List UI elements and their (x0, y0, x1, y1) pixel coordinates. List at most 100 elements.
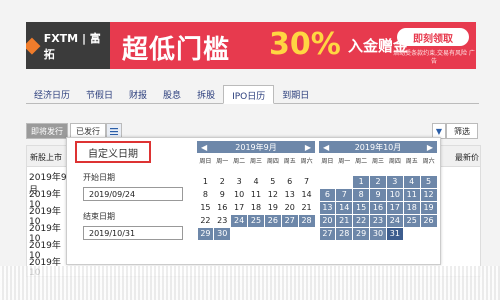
blank-cell (336, 176, 352, 188)
calendar-october: ◀ 2019年10月 ▶ 周日 周一 周二 周三 周四 周五 周六 1 2 3 4 5 6 7 8 9 10 11 12 1… (319, 141, 437, 240)
day-cell[interactable]: 2 (370, 175, 386, 188)
day-cell[interactable]: 12 (265, 189, 281, 201)
weekday-label: 周六 (422, 158, 435, 165)
prev-month-icon[interactable]: ◀ (201, 143, 207, 152)
day-cell[interactable]: 16 (214, 202, 230, 214)
day-cell[interactable]: 29 (353, 227, 370, 240)
day-cell[interactable]: 19 (265, 202, 281, 214)
custom-date-label[interactable]: 自定义日期 (75, 141, 151, 163)
day-cell[interactable]: 21 (336, 214, 353, 227)
day-cell[interactable]: 21 (299, 202, 315, 214)
day-cell[interactable]: 28 (298, 214, 315, 227)
day-cell[interactable]: 7 (299, 176, 315, 188)
day-cell[interactable]: 20 (319, 214, 336, 227)
day-cell[interactable]: 28 (336, 227, 353, 240)
day-cell[interactable]: 15 (198, 202, 214, 214)
day-cell[interactable]: 5 (265, 176, 281, 188)
day-cell[interactable]: 22 (353, 214, 370, 227)
day-cell[interactable]: 19 (420, 201, 437, 214)
day-cell[interactable]: 13 (319, 201, 336, 214)
banner-cta-button[interactable]: 即刻领取 (397, 28, 469, 46)
day-cell[interactable]: 9 (214, 189, 230, 201)
day-cell[interactable]: 25 (403, 214, 420, 227)
day-cell[interactable]: 8 (353, 188, 370, 201)
tab-3[interactable]: 股息 (155, 85, 189, 103)
weekday-label: 周三 (249, 158, 262, 165)
tab-4[interactable]: 拆股 (189, 85, 223, 103)
day-cell[interactable]: 7 (336, 188, 353, 201)
day-cell[interactable]: 9 (370, 188, 386, 201)
day-cell[interactable]: 18 (248, 202, 264, 214)
next-month-icon[interactable]: ▶ (305, 143, 311, 152)
day-cell[interactable]: 20 (282, 202, 298, 214)
tab-1[interactable]: 节假日 (78, 85, 121, 103)
day-cell[interactable]: 4 (403, 175, 420, 188)
day-cell[interactable]: 13 (282, 189, 298, 201)
start-date-label: 开始日期 (83, 173, 115, 182)
day-cell[interactable]: 17 (231, 202, 247, 214)
day-cell[interactable]: 14 (336, 201, 353, 214)
col-new-listing: 新股上市 (30, 153, 62, 162)
next-month-icon[interactable]: ▶ (427, 143, 433, 152)
day-cell[interactable]: 29 (197, 227, 214, 240)
day-cell[interactable]: 8 (198, 189, 214, 201)
day-cell[interactable]: 23 (214, 215, 230, 227)
tab-2[interactable]: 财报 (121, 85, 155, 103)
end-date-input[interactable]: 2019/10/31 (83, 226, 183, 240)
weekday-label: 周三 (371, 158, 384, 165)
day-cell[interactable]: 22 (198, 215, 214, 227)
day-cell[interactable]: 12 (420, 188, 437, 201)
day-cell[interactable]: 10 (231, 189, 247, 201)
day-cell[interactable]: 16 (370, 201, 386, 214)
day-cell[interactable]: 25 (248, 214, 264, 227)
weekday-label: 周日 (199, 158, 212, 165)
tab-6[interactable]: 到期日 (274, 85, 317, 103)
weekday-label: 周六 (300, 158, 313, 165)
filter-button[interactable]: 筛选 (446, 123, 478, 139)
day-cell[interactable]: 27 (319, 227, 336, 240)
ad-banner[interactable]: FXTM | 富拓 超低门槛 30% 入金赠金 即刻领取 活动受条款约束,交易有… (26, 22, 476, 69)
day-cell[interactable]: 2 (214, 176, 230, 188)
day-cell[interactable]: 3 (386, 175, 403, 188)
upcoming-button[interactable]: 即将发行 (26, 123, 68, 139)
bottom-fade (0, 266, 500, 300)
day-cell[interactable]: 11 (403, 188, 420, 201)
day-cell[interactable]: 6 (282, 176, 298, 188)
weekday-label: 周二 (233, 158, 246, 165)
day-cell[interactable]: 30 (370, 227, 386, 240)
calendar-header: ◀ 2019年9月 ▶ (197, 141, 315, 153)
day-cell[interactable]: 31 (386, 227, 403, 240)
tab-0[interactable]: 经济日历 (26, 85, 78, 103)
day-cell[interactable]: 15 (353, 201, 370, 214)
day-cell[interactable]: 3 (231, 176, 247, 188)
day-cell[interactable]: 26 (420, 214, 437, 227)
day-cell[interactable]: 24 (231, 214, 248, 227)
weekday-label: 周一 (216, 158, 229, 165)
day-cell[interactable]: 1 (198, 176, 214, 188)
day-cell[interactable]: 17 (386, 201, 403, 214)
start-date-input[interactable]: 2019/09/24 (83, 187, 183, 201)
day-cell[interactable]: 10 (386, 188, 403, 201)
day-cell[interactable]: 23 (370, 214, 386, 227)
fxtm-logo: FXTM | 富拓 (26, 22, 110, 69)
day-cell[interactable]: 27 (281, 214, 298, 227)
weekday-label: 周五 (405, 158, 418, 165)
calendar-title: 2019年9月 (235, 142, 277, 152)
day-cell[interactable]: 24 (386, 214, 403, 227)
tab-5[interactable]: IPO日历 (223, 85, 275, 104)
banner-headline: 超低门槛 (122, 35, 231, 65)
day-cell[interactable]: 26 (264, 214, 281, 227)
calendar-september: ◀ 2019年9月 ▶ 周日 周一 周二 周三 周四 周五 周六 1 2 3 4 5 6 7 8 9 10 11 12 13… (197, 141, 315, 240)
day-cell[interactable]: 18 (403, 201, 420, 214)
col-latest-price: 最新价 (455, 153, 479, 162)
day-cell[interactable]: 5 (420, 175, 437, 188)
day-cell[interactable]: 1 (353, 175, 370, 188)
prev-month-icon[interactable]: ◀ (323, 143, 329, 152)
logo-text: FXTM | 富拓 (43, 31, 101, 61)
day-cell[interactable]: 11 (248, 189, 264, 201)
day-cell[interactable]: 30 (214, 227, 231, 240)
weekday-label: 周五 (283, 158, 296, 165)
day-cell[interactable]: 4 (248, 176, 264, 188)
day-cell[interactable]: 6 (319, 188, 336, 201)
day-cell[interactable]: 14 (299, 189, 315, 201)
